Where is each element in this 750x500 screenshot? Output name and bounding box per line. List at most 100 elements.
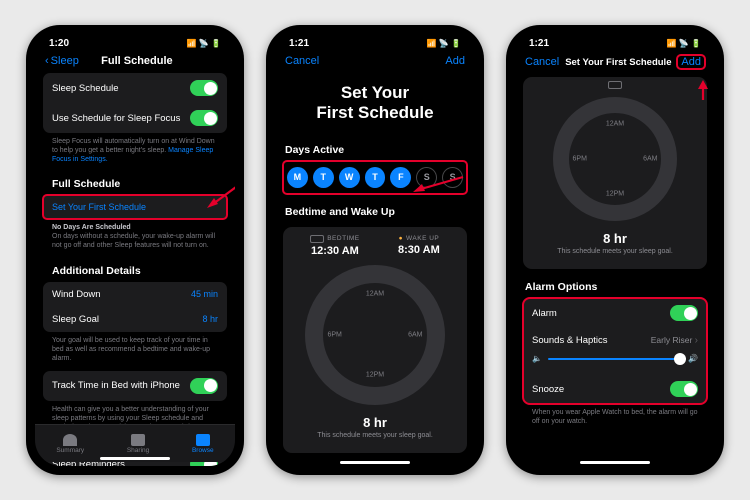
watch-footer: When you wear Apple Watch to bed, the al… bbox=[523, 405, 707, 434]
toggle-on-icon[interactable] bbox=[670, 305, 698, 321]
nav-bar: ‹ Sleep Full Schedule bbox=[35, 51, 235, 73]
dial-12am: 12AM bbox=[366, 291, 384, 298]
sleep-schedule-label: Sleep Schedule bbox=[52, 83, 119, 94]
duration-sub: This schedule meets your sleep goal. bbox=[531, 246, 699, 261]
bedtime-label: BEDTIME bbox=[310, 235, 359, 243]
screen-2: 1:21 📶 📡 🔋 Cancel Add Set YourFirst Sche… bbox=[275, 34, 475, 466]
sleep-goal-label: Sleep Goal bbox=[52, 314, 99, 325]
three-phone-layout: 1:20 📶 📡 🔋 ‹ Sleep Full Schedule Sleep S… bbox=[26, 25, 724, 475]
dial-6pm: 6PM bbox=[327, 331, 341, 338]
tab-browse[interactable]: Browse bbox=[192, 434, 214, 454]
days-active-row: M T W T F S S bbox=[283, 161, 467, 194]
tab-bar: Summary Sharing Browse bbox=[35, 424, 235, 462]
bedtime-wakeup-header: Bedtime and Wake Up bbox=[283, 194, 467, 223]
sounds-value: Early Riser bbox=[651, 335, 693, 345]
page-title: Set Your First Schedule bbox=[565, 57, 671, 68]
back-button[interactable]: ‹ Sleep bbox=[45, 55, 79, 67]
page-title: Full Schedule bbox=[101, 55, 173, 67]
use-focus-row[interactable]: Use Schedule for Sleep Focus bbox=[43, 103, 227, 133]
home-indicator[interactable] bbox=[100, 457, 170, 460]
cancel-button[interactable]: Cancel bbox=[285, 55, 319, 67]
bell-icon: ● bbox=[399, 235, 403, 242]
alarm-options-header: Alarm Options bbox=[523, 269, 707, 298]
wind-down-row[interactable]: Wind Down 45 min bbox=[43, 282, 227, 307]
back-label: Sleep bbox=[51, 55, 79, 67]
dial-6pm: 6PM bbox=[573, 156, 587, 163]
day-sat[interactable]: S bbox=[416, 167, 437, 188]
tab-summary[interactable]: Summary bbox=[56, 434, 84, 454]
schedule-dial-card: BEDTIME 12:30 AM ●WAKE UP 8:30 AM 12AM 6… bbox=[283, 227, 467, 453]
day-wed[interactable]: W bbox=[339, 167, 360, 188]
status-icons: 📶 📡 🔋 bbox=[667, 38, 701, 49]
screen-1: 1:20 📶 📡 🔋 ‹ Sleep Full Schedule Sleep S… bbox=[35, 34, 235, 466]
add-button[interactable]: Add bbox=[677, 55, 705, 69]
cancel-button[interactable]: Cancel bbox=[525, 56, 559, 68]
toggle-on-icon[interactable] bbox=[670, 381, 698, 397]
clock: 1:21 bbox=[289, 38, 309, 49]
additional-details-header: Additional Details bbox=[43, 259, 227, 282]
page-big-title: Set YourFirst Schedule bbox=[283, 73, 467, 138]
nav-bar: Cancel Add bbox=[275, 51, 475, 73]
dial-12am: 12AM bbox=[606, 120, 624, 127]
sleep-goal-value: 8 hr bbox=[202, 314, 218, 324]
chevron-right-icon: › bbox=[695, 335, 698, 346]
dial-12pm: 12PM bbox=[606, 191, 624, 198]
phone-2: 1:21 📶 📡 🔋 Cancel Add Set YourFirst Sche… bbox=[266, 25, 484, 475]
alarm-label: Alarm bbox=[532, 308, 557, 319]
heart-icon bbox=[63, 434, 77, 446]
wakeup-value: 8:30 AM bbox=[398, 244, 440, 256]
snooze-row[interactable]: Snooze bbox=[523, 374, 707, 404]
day-thu[interactable]: T bbox=[365, 167, 386, 188]
full-schedule-header: Full Schedule bbox=[43, 172, 227, 195]
day-tue[interactable]: T bbox=[313, 167, 334, 188]
speaker-low-icon: 🔈 bbox=[532, 354, 542, 363]
phone-3: 1:21 📶 📡 🔋 Cancel Set Your First Schedul… bbox=[506, 25, 724, 475]
nav-bar: Cancel Set Your First Schedule Add bbox=[515, 51, 715, 75]
sleep-schedule-row[interactable]: Sleep Schedule bbox=[43, 73, 227, 103]
people-icon bbox=[131, 434, 145, 446]
status-bar: 1:21 📶 📡 🔋 bbox=[515, 34, 715, 51]
bedtime-value: 12:30 AM bbox=[310, 245, 359, 257]
toggle-on-icon[interactable] bbox=[190, 80, 218, 96]
duration-sub: This schedule meets your sleep goal. bbox=[291, 430, 459, 445]
alarm-row[interactable]: Alarm bbox=[523, 298, 707, 328]
set-first-label: Set Your First Schedule bbox=[52, 202, 146, 212]
track-time-row[interactable]: Track Time in Bed with iPhone bbox=[43, 371, 227, 401]
day-mon[interactable]: M bbox=[287, 167, 308, 188]
goal-footer: Your goal will be used to keep track of … bbox=[43, 333, 227, 371]
sounds-label: Sounds & Haptics bbox=[532, 335, 608, 346]
clock: 1:21 bbox=[529, 38, 549, 49]
bed-icon bbox=[608, 81, 622, 89]
home-indicator[interactable] bbox=[580, 461, 650, 464]
home-indicator[interactable] bbox=[340, 461, 410, 464]
focus-footer: Sleep Focus will automatically turn on a… bbox=[43, 134, 227, 172]
screen-3: 1:21 📶 📡 🔋 Cancel Set Your First Schedul… bbox=[515, 34, 715, 466]
volume-slider[interactable]: 🔈 🔊 bbox=[532, 352, 698, 365]
dial-6am: 6AM bbox=[408, 331, 422, 338]
set-first-schedule-button[interactable]: Set Your First Schedule bbox=[43, 195, 227, 219]
dial-12pm: 12PM bbox=[366, 372, 384, 379]
toggle-on-icon[interactable] bbox=[190, 378, 218, 394]
status-bar: 1:20 📶 📡 🔋 bbox=[35, 34, 235, 51]
days-active-header: Days Active bbox=[283, 138, 467, 161]
sleep-dial[interactable]: 12AM 6AM 12PM 6PM bbox=[305, 265, 445, 405]
alarm-options-group: Alarm Sounds & Haptics Early Riser › 🔈 🔊 bbox=[523, 298, 707, 404]
phone-1: 1:20 📶 📡 🔋 ‹ Sleep Full Schedule Sleep S… bbox=[26, 25, 244, 475]
sounds-row[interactable]: Sounds & Haptics Early Riser › 🔈 🔊 bbox=[523, 328, 707, 374]
track-label: Track Time in Bed with iPhone bbox=[52, 380, 180, 391]
duration: 8 hr bbox=[291, 409, 459, 430]
day-sun[interactable]: S bbox=[442, 167, 463, 188]
tab-sharing[interactable]: Sharing bbox=[127, 434, 149, 454]
status-icons: 📶 📡 🔋 bbox=[427, 38, 461, 49]
wind-down-label: Wind Down bbox=[52, 289, 101, 300]
wind-down-value: 45 min bbox=[191, 289, 218, 299]
sleep-goal-row[interactable]: Sleep Goal 8 hr bbox=[43, 307, 227, 332]
slider-track[interactable] bbox=[548, 358, 682, 360]
no-days-footer: No Days Are Scheduled On days without a … bbox=[43, 220, 227, 258]
speaker-high-icon: 🔊 bbox=[688, 354, 698, 363]
add-button[interactable]: Add bbox=[445, 55, 465, 67]
toggle-on-icon[interactable] bbox=[190, 110, 218, 126]
day-fri[interactable]: F bbox=[390, 167, 411, 188]
sleep-dial[interactable]: 12AM 6AM 12PM 6PM bbox=[553, 97, 677, 221]
status-bar: 1:21 📶 📡 🔋 bbox=[275, 34, 475, 51]
